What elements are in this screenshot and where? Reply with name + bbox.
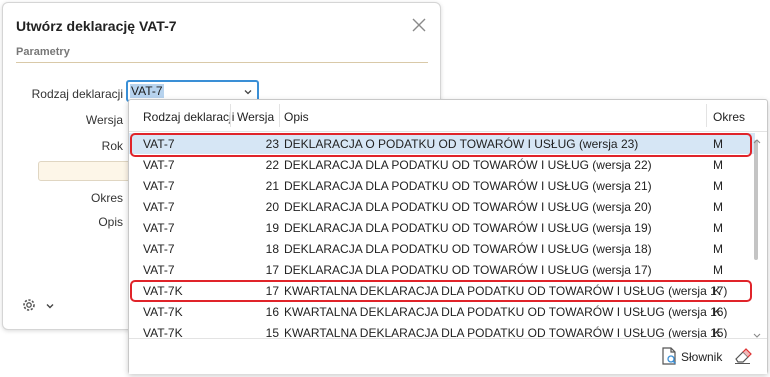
cell-rodzaj: VAT-7K bbox=[143, 305, 183, 319]
cell-wersja: 16 bbox=[265, 305, 279, 319]
dropdown-footer: Słownik bbox=[129, 338, 767, 374]
column-header-rodzaj[interactable]: Rodzaj deklaracji bbox=[143, 110, 234, 124]
cell-okres: M bbox=[713, 179, 723, 193]
rok-label: Rok bbox=[101, 139, 123, 153]
table-row[interactable]: VAT-7 17 DEKLARACJA DLA PODATKU OD TOWARÓW… bbox=[129, 259, 755, 280]
okres-label: Okres bbox=[90, 191, 123, 205]
opis-label: Opis bbox=[98, 215, 123, 229]
chevron-down-icon[interactable] bbox=[243, 86, 253, 96]
table-row[interactable]: VAT-7 19 DEKLARACJA DLA PODATKU OD TOWARÓW… bbox=[129, 217, 755, 238]
cell-opis: DEKLARACJA DLA PODATKU OD TOWARÓW I USŁU… bbox=[284, 242, 652, 256]
table-row[interactable]: VAT-7 20 DEKLARACJA DLA PODATKU OD TOWARÓW… bbox=[129, 196, 755, 217]
cell-okres: M bbox=[713, 242, 723, 256]
cell-wersja: 19 bbox=[265, 221, 279, 235]
cell-rodzaj: VAT-7 bbox=[143, 158, 175, 172]
section-divider bbox=[16, 62, 428, 63]
column-separator[interactable] bbox=[230, 104, 231, 127]
scroll-down-icon[interactable] bbox=[753, 328, 761, 338]
cell-okres: M bbox=[713, 263, 723, 277]
cell-okres: K bbox=[713, 305, 722, 319]
table-row[interactable]: VAT-7 18 DEKLARACJA DLA PODATKU OD TOWARÓW… bbox=[129, 238, 755, 259]
cell-okres: M bbox=[713, 158, 723, 172]
column-separator[interactable] bbox=[706, 104, 707, 127]
cell-wersja: 17 bbox=[265, 263, 279, 277]
slownik-label: Słownik bbox=[681, 350, 723, 364]
cell-opis: DEKLARACJA DLA PODATKU OD TOWARÓW I USŁU… bbox=[284, 179, 652, 193]
annotation-highlight-vat7-v23 bbox=[130, 133, 752, 157]
cell-wersja: 22 bbox=[265, 158, 279, 172]
table-row[interactable]: VAT-7 21 DEKLARACJA DLA PODATKU OD TOWARÓW… bbox=[129, 175, 755, 196]
cell-wersja: 20 bbox=[265, 200, 279, 214]
column-header-okres[interactable]: Okres bbox=[713, 110, 745, 124]
annotation-highlight-vat7k-v17 bbox=[130, 280, 752, 302]
section-label-parametry: Parametry bbox=[16, 46, 70, 58]
column-header-wersja[interactable]: Wersja bbox=[237, 110, 274, 124]
document-icon bbox=[661, 347, 677, 365]
wersja-label: Wersja bbox=[85, 113, 123, 127]
settings-chevron-down-icon[interactable] bbox=[45, 300, 55, 310]
cell-opis: KWARTALNA DEKLARACJA DLA PODATKU OD TOWA… bbox=[284, 305, 728, 319]
cell-rodzaj: VAT-7 bbox=[143, 179, 175, 193]
cell-rodzaj: VAT-7 bbox=[143, 200, 175, 214]
cell-opis: DEKLARACJA DLA PODATKU OD TOWARÓW I USŁU… bbox=[284, 158, 652, 172]
scrollbar-thumb[interactable] bbox=[754, 140, 758, 260]
scroll-up-icon[interactable] bbox=[753, 133, 761, 144]
column-separator[interactable] bbox=[279, 104, 280, 127]
cell-wersja: 21 bbox=[265, 179, 279, 193]
column-header-opis[interactable]: Opis bbox=[284, 110, 309, 124]
table-row[interactable]: VAT-7K 16 KWARTALNA DEKLARACJA DLA PODATKU… bbox=[129, 301, 755, 322]
gear-icon[interactable] bbox=[21, 297, 37, 313]
cell-wersja: 18 bbox=[265, 242, 279, 256]
cell-okres: M bbox=[713, 200, 723, 214]
cell-okres: M bbox=[713, 221, 723, 235]
eraser-icon[interactable] bbox=[733, 347, 753, 365]
close-icon[interactable] bbox=[410, 16, 428, 34]
cell-opis: DEKLARACJA DLA PODATKU OD TOWARÓW I USŁU… bbox=[284, 200, 652, 214]
cell-rodzaj: VAT-7 bbox=[143, 221, 175, 235]
table-row[interactable]: VAT-7 22 DEKLARACJA DLA PODATKU OD TOWARÓW… bbox=[129, 154, 755, 175]
rodzaj-select-value: VAT-7 bbox=[130, 84, 164, 98]
cell-opis: DEKLARACJA DLA PODATKU OD TOWARÓW I USŁU… bbox=[284, 263, 652, 277]
cell-rodzaj: VAT-7 bbox=[143, 242, 175, 256]
dialog-title: Utwórz deklarację VAT-7 bbox=[16, 18, 177, 34]
cell-opis: DEKLARACJA DLA PODATKU OD TOWARÓW I USŁU… bbox=[284, 221, 652, 235]
declaration-type-dropdown: Rodzaj deklaracji Wersja Opis Okres VAT-… bbox=[128, 99, 768, 374]
rodzaj-label: Rodzaj deklaracji bbox=[31, 87, 123, 101]
cell-rodzaj: VAT-7 bbox=[143, 263, 175, 277]
rok-extra-field[interactable] bbox=[38, 161, 140, 181]
dropdown-table-header: Rodzaj deklaracji Wersja Opis Okres bbox=[129, 100, 767, 132]
